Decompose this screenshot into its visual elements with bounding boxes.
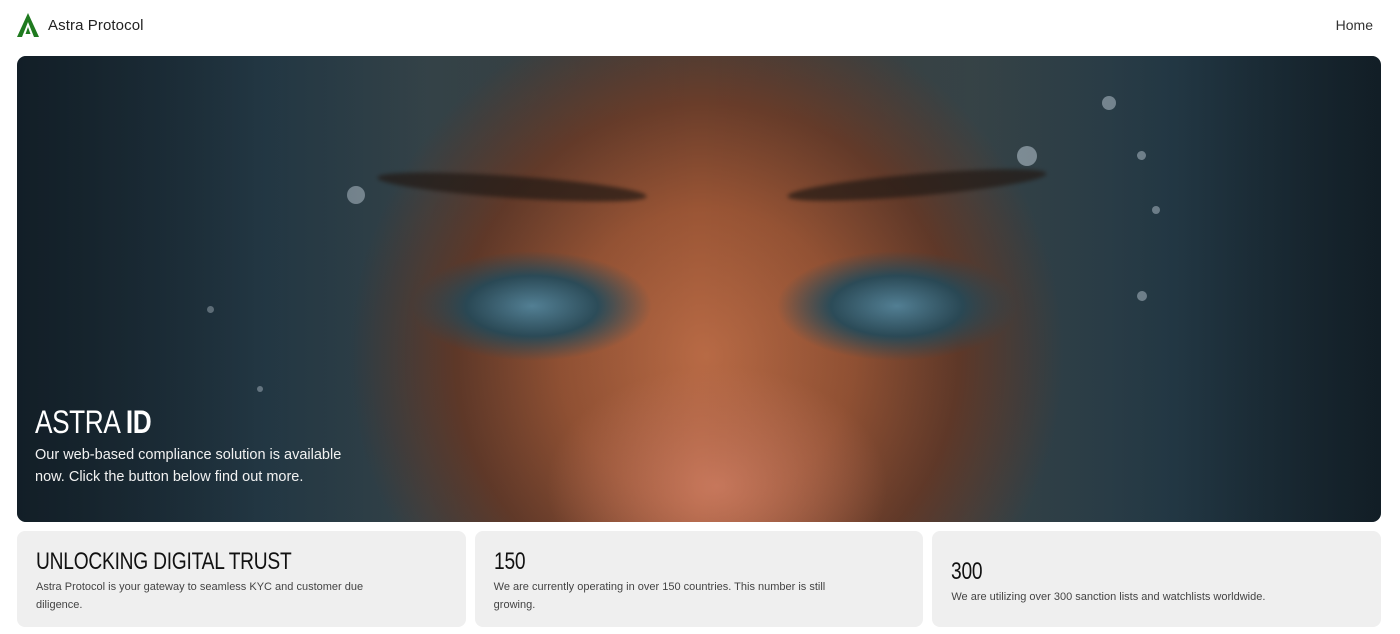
card-text: Astra Protocol is your gateway to seamle…	[36, 581, 364, 611]
feature-card: UNLOCKING DIGITAL TRUST Astra Protocol i…	[17, 531, 466, 627]
card-title: 300	[951, 558, 983, 585]
astra-logo-icon	[16, 12, 40, 38]
hero-description: Our web-based compliance solution is ava…	[35, 447, 342, 485]
hero-title-light: ASTRA	[35, 404, 126, 440]
card-text: We are utilizing over 300 sanction lists…	[951, 591, 1266, 603]
brand-name: Astra Protocol	[48, 16, 144, 34]
hero-title-bold: ID	[125, 404, 152, 440]
feature-cards: UNLOCKING DIGITAL TRUST Astra Protocol i…	[17, 531, 1382, 627]
hero-text-block: ASTRA ID Our web-based compliance soluti…	[35, 404, 365, 488]
nav-home-link[interactable]: Home	[1336, 17, 1373, 33]
feature-card: 150 We are currently operating in over 1…	[474, 531, 924, 627]
hero-title: ASTRA ID	[35, 404, 306, 440]
card-title: 150	[493, 548, 526, 575]
top-navbar: Astra Protocol Home	[0, 0, 1400, 52]
card-title: UNLOCKING DIGITAL TRUST	[36, 548, 292, 575]
brand-link[interactable]: Astra Protocol	[16, 12, 144, 38]
hero-banner: ASTRA ID Our web-based compliance soluti…	[17, 56, 1381, 522]
feature-card: 300 We are utilizing over 300 sanction l…	[932, 531, 1382, 627]
card-text: We are currently operating in over 150 c…	[493, 581, 826, 611]
